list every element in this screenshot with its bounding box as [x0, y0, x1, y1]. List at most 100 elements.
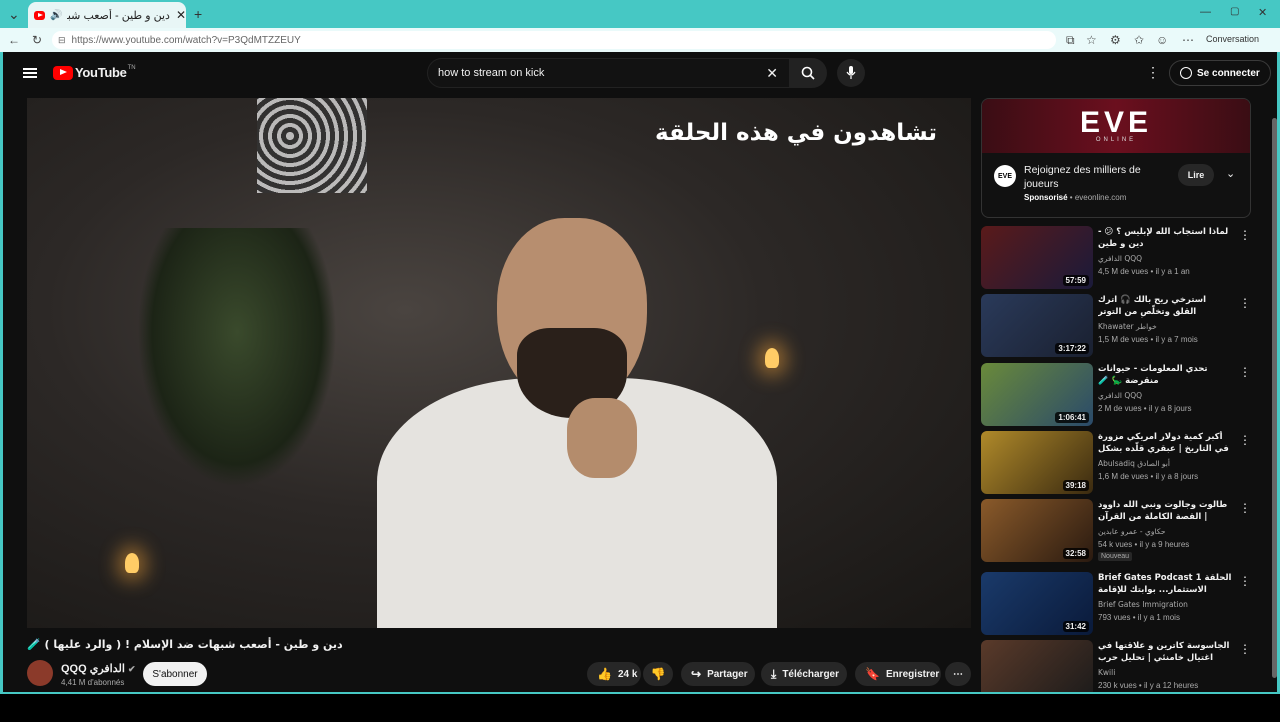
- duration-badge: 31:42: [1062, 621, 1089, 632]
- split-screen-icon[interactable]: ⧉: [1066, 33, 1075, 48]
- speaker-icon[interactable]: 🔊: [50, 10, 62, 21]
- recommended-video-title[interactable]: أكبر كمية دولار امريكي مزورة في التاريخ …: [1098, 431, 1232, 455]
- favorite-star-icon[interactable]: ☆: [1086, 33, 1097, 47]
- ad-cta-button[interactable]: Lire: [1178, 164, 1214, 186]
- clear-search-icon[interactable]: ✕: [766, 65, 778, 82]
- minimize-icon[interactable]: —: [1200, 6, 1211, 18]
- logo-country: TN: [127, 65, 136, 71]
- tab-title: دين و طين - أصعب شبهات ضد: [67, 9, 170, 22]
- recommended-video[interactable]: 39:18 أكبر كمية دولار امريكي مزورة في الت…: [981, 431, 1251, 495]
- duration-badge: 32:58: [1062, 548, 1089, 559]
- more-horizontal-icon: ⋯: [953, 668, 963, 680]
- recommended-video-title[interactable]: الجاسوسة كاترين و علاقتها في اغتيال خامن…: [1098, 640, 1232, 664]
- recommended-video-meta: 1,6 M de vues • il y a 8 jours: [1098, 472, 1199, 481]
- recommended-video-title[interactable]: طالوت وجالوت ونبي الله داوود | القصة الك…: [1098, 499, 1232, 523]
- sign-in-label: Se connecter: [1197, 67, 1260, 79]
- recommended-video[interactable]: 3:17:22 استرخي ريح بالك 🎧 اترك القلق وتخل…: [981, 294, 1251, 358]
- refresh-icon[interactable]: ↻: [32, 33, 42, 47]
- url-text: https://www.youtube.com/watch?v=P3QdMTZZ…: [71, 34, 301, 46]
- youtube-play-icon: [53, 65, 73, 80]
- copilot-conversation[interactable]: Conversation: [1206, 34, 1259, 44]
- menu-icon[interactable]: [23, 66, 37, 80]
- ad-banner[interactable]: EVE ONLINE: [982, 99, 1250, 153]
- ad-brand-sub: ONLINE: [1095, 137, 1137, 143]
- sponsored-ad-card[interactable]: EVE ONLINE EVE Rejoignez des milliers de…: [981, 98, 1251, 218]
- sign-in-button[interactable]: Se connecter: [1169, 60, 1271, 86]
- recommended-channel-name: الدافري QQQ: [1098, 254, 1143, 263]
- channel-avatar[interactable]: [27, 660, 53, 686]
- video-title: دين و طين - أصعب شبهات ضد الإسلام ! ( وا…: [27, 638, 343, 651]
- recommended-channel-name: Kwili: [1098, 668, 1116, 677]
- close-tab-icon[interactable]: ✕: [176, 8, 186, 22]
- recommended-video-title[interactable]: لماذا استجاب الله لإبليس ؟ 😕 - دين و طين: [1098, 226, 1232, 250]
- recommended-video[interactable]: 57:59 لماذا استجاب الله لإبليس ؟ 😕 - دين …: [981, 226, 1251, 290]
- recommended-video-title[interactable]: تحدي المعلومات - حيوانات منقرضة 🦕 🧪: [1098, 363, 1232, 387]
- share-label: Partager: [707, 668, 748, 680]
- video-options-icon[interactable]: ⋮: [1239, 574, 1251, 588]
- bookmark-icon: 🔖: [865, 667, 880, 681]
- dislike-button[interactable]: 👎: [643, 662, 673, 686]
- settings-menu-icon[interactable]: ⋮: [1146, 64, 1160, 81]
- video-thumbnail[interactable]: 32:58: [981, 499, 1093, 562]
- video-options-icon[interactable]: ⋮: [1239, 501, 1251, 515]
- duration-badge: 57:59: [1062, 275, 1089, 286]
- favorites-icon[interactable]: ✩: [1134, 33, 1144, 47]
- ad-brand-logo: EVE: [1079, 106, 1153, 139]
- thumbs-down-icon: 👎: [650, 667, 666, 681]
- recommended-channel-name: Abulsadiq أبو الصادق: [1098, 459, 1170, 468]
- more-menu-icon[interactable]: ⋯: [1182, 33, 1194, 47]
- recommended-video[interactable]: 1:06:41 تحدي المعلومات - حيوانات منقرضة 🦕…: [981, 363, 1251, 427]
- channel-name[interactable]: QQQ الدافري ✔: [61, 662, 136, 675]
- recommended-video-title[interactable]: الحلقة 1 Brief Gates Podcast الاستثمار..…: [1098, 572, 1232, 596]
- video-options-icon[interactable]: ⋮: [1239, 365, 1251, 379]
- recommended-video-meta: 2 M de vues • il y a 8 jours: [1098, 404, 1192, 413]
- search-input[interactable]: how to stream on kick ✕: [427, 58, 791, 88]
- new-tab-icon[interactable]: +: [194, 6, 202, 22]
- duration-badge: 3:17:22: [1055, 343, 1089, 354]
- youtube-logo[interactable]: YouTube TN: [53, 65, 136, 80]
- video-options-icon[interactable]: ⋮: [1239, 433, 1251, 447]
- microphone-icon: [846, 66, 856, 79]
- candle-left: [125, 553, 139, 573]
- recommended-video[interactable]: 32:58 طالوت وجالوت ونبي الله داوود | القص…: [981, 499, 1251, 563]
- recommended-video-meta: 793 vues • il y a 1 mois: [1098, 613, 1180, 622]
- chevron-down-icon[interactable]: ⌄: [1226, 167, 1235, 180]
- more-actions-button[interactable]: ⋯: [945, 662, 971, 686]
- close-window-icon[interactable]: ✕: [1258, 6, 1267, 19]
- browser-tab-bar: ⌄ 🔊 دين و طين - أصعب شبهات ضد ✕ + — ▢ ✕: [0, 0, 1280, 28]
- page-scrollbar[interactable]: [1272, 118, 1277, 678]
- video-thumbnail[interactable]: 1:06:41: [981, 363, 1093, 426]
- save-button[interactable]: 🔖 Enregistrer: [855, 662, 941, 686]
- thumbs-up-icon: 👍: [597, 667, 612, 681]
- video-player[interactable]: تشاهدون في هذه الحلقة: [27, 98, 971, 628]
- download-button[interactable]: ⤓ Télécharger: [761, 662, 847, 686]
- video-thumbnail[interactable]: 31:42: [981, 572, 1093, 635]
- recommended-channel-name: Khawater خواطر: [1098, 322, 1157, 331]
- extensions-icon[interactable]: ⚙: [1110, 33, 1121, 47]
- browser-tab[interactable]: 🔊 دين و طين - أصعب شبهات ضد ✕: [28, 2, 186, 28]
- voice-search-button[interactable]: [837, 59, 865, 87]
- maximize-icon[interactable]: ▢: [1230, 6, 1239, 17]
- duration-badge: 39:18: [1062, 480, 1089, 491]
- video-thumbnail[interactable]: 39:18: [981, 431, 1093, 494]
- subscribe-button[interactable]: S'abonner: [143, 662, 207, 686]
- save-label: Enregistrer: [885, 668, 940, 680]
- video-options-icon[interactable]: ⋮: [1239, 296, 1251, 310]
- like-button[interactable]: 👍 24 k: [587, 662, 641, 686]
- share-button[interactable]: ↪ Partager: [681, 662, 755, 686]
- video-options-icon[interactable]: ⋮: [1239, 642, 1251, 656]
- site-info-icon[interactable]: ⊟: [58, 35, 66, 46]
- video-options-icon[interactable]: ⋮: [1239, 228, 1251, 242]
- recommended-channel-name: Brief Gates Immigration: [1098, 600, 1188, 609]
- url-field[interactable]: ⊟ https://www.youtube.com/watch?v=P3QdMT…: [52, 31, 1056, 49]
- share-icon: ↪: [691, 667, 702, 681]
- recommended-video-title[interactable]: استرخي ريح بالك 🎧 اترك القلق وتخلّص من ا…: [1098, 294, 1232, 318]
- profile-avatar-icon[interactable]: ☺: [1156, 33, 1168, 47]
- recommended-video[interactable]: 31:42 الحلقة 1 Brief Gates Podcast الاستث…: [981, 572, 1251, 636]
- search-button[interactable]: [789, 58, 827, 88]
- back-icon[interactable]: ←: [8, 33, 20, 47]
- recommended-channel-name: الدافري QQQ: [1098, 391, 1143, 400]
- tab-list-icon[interactable]: ⌄: [8, 6, 20, 23]
- video-thumbnail[interactable]: 3:17:22: [981, 294, 1093, 357]
- video-thumbnail[interactable]: 57:59: [981, 226, 1093, 289]
